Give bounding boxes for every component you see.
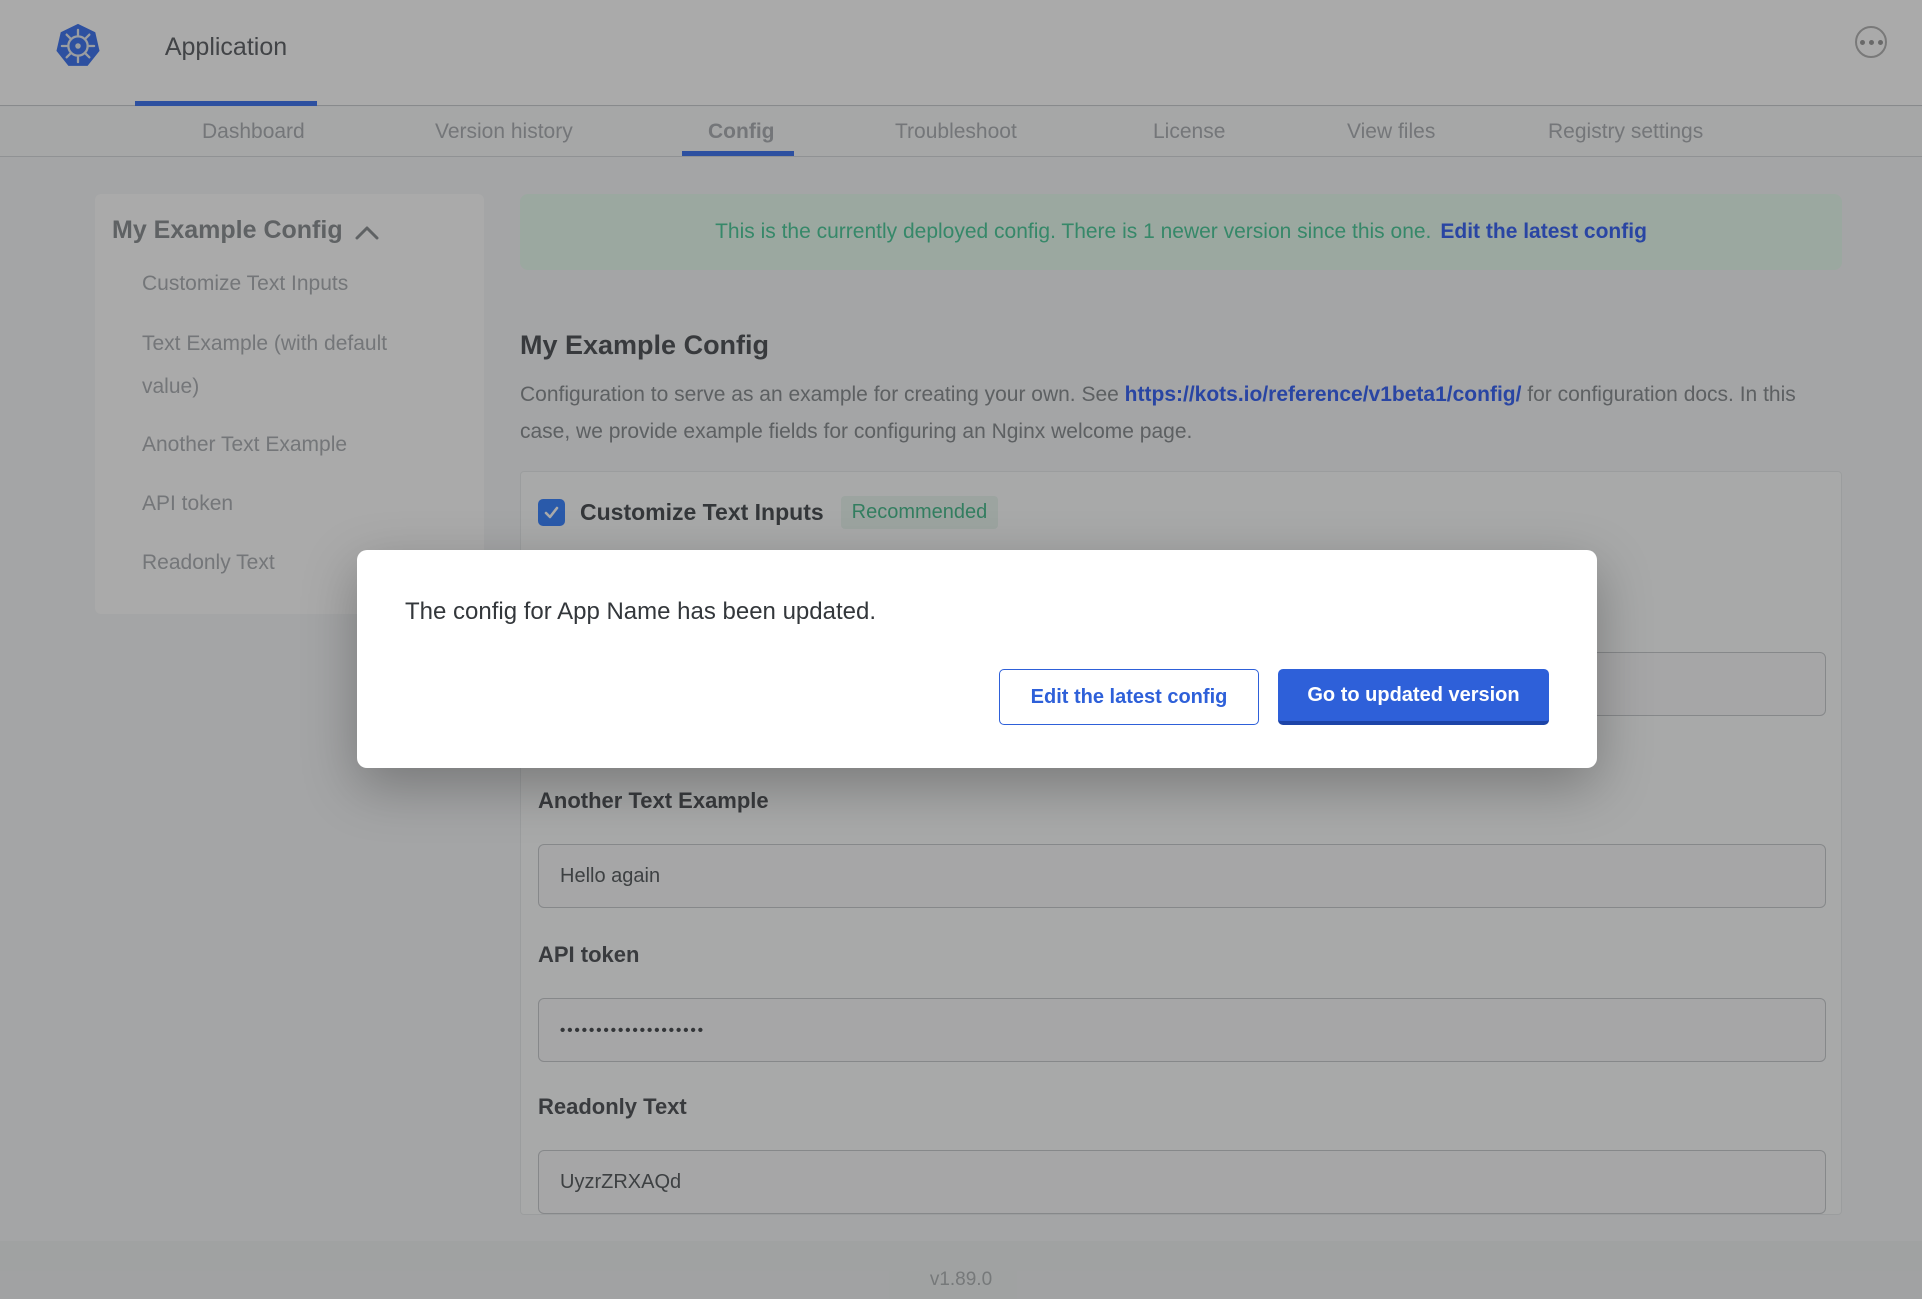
edit-latest-config-button[interactable]: Edit the latest config [999, 669, 1259, 725]
modal-message: The config for App Name has been updated… [405, 598, 876, 625]
modal-button-row: Edit the latest config Go to updated ver… [999, 669, 1549, 725]
app-screen: Application Dashboard Version history Co… [0, 0, 1922, 1299]
go-to-updated-version-button[interactable]: Go to updated version [1278, 669, 1549, 725]
config-updated-modal: The config for App Name has been updated… [357, 550, 1597, 768]
